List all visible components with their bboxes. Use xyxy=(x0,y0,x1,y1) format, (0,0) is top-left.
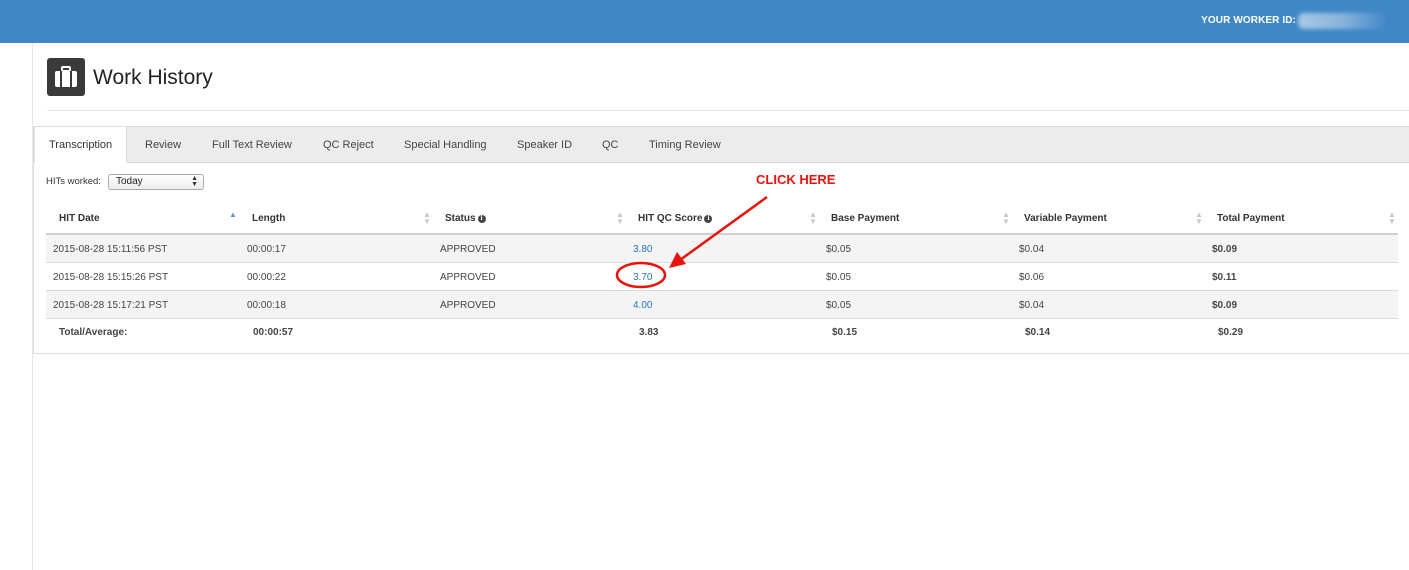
info-icon: i xyxy=(477,215,486,223)
tab-full-text-review[interactable]: Full Text Review xyxy=(212,127,292,163)
column-header-base-payment[interactable]: Base Payment xyxy=(831,213,899,224)
cell-base-payment: $0.05 xyxy=(826,244,852,255)
cell-length: 00:00:17 xyxy=(247,244,286,255)
cell-base-payment: $0.05 xyxy=(826,300,852,311)
tab-speaker-id[interactable]: Speaker ID xyxy=(517,127,572,163)
worker-id-value-redacted xyxy=(1298,13,1388,29)
briefcase-icon xyxy=(47,58,85,96)
table-row: 2015-08-28 15:17:21 PST 00:00:18 APPROVE… xyxy=(46,291,1398,319)
sort-icon[interactable]: ▲ ▼ xyxy=(616,211,624,226)
cell-length: 00:00:22 xyxy=(247,272,286,283)
select-arrows-icon: ▲ ▼ xyxy=(191,175,198,188)
work-history-panel: Transcription Review Full Text Review QC… xyxy=(33,126,1409,354)
tab-qc-reject[interactable]: QC Reject xyxy=(323,127,374,163)
total-base-payment: $0.15 xyxy=(832,327,858,338)
top-navigation-bar: YOUR WORKER ID: xyxy=(0,0,1409,43)
column-header-hit-qc-score[interactable]: HIT QC Score i xyxy=(638,213,713,224)
total-length: 00:00:57 xyxy=(253,327,294,338)
tab-transcription[interactable]: Transcription xyxy=(34,126,128,163)
hits-worked-select[interactable]: Today ▲ ▼ xyxy=(108,174,204,190)
cell-total-payment: $0.09 xyxy=(1212,300,1238,311)
sort-icon[interactable]: ▲ ▼ xyxy=(1195,211,1203,226)
table-row: 2015-08-28 15:15:26 PST 00:00:22 APPROVE… xyxy=(46,263,1398,291)
cell-hit-date: 2015-08-28 15:11:56 PST xyxy=(53,244,168,255)
tab-special-handling[interactable]: Special Handling xyxy=(404,127,487,163)
click-here-annotation: CLICK HERE xyxy=(756,172,836,187)
column-header-status[interactable]: Status i xyxy=(445,213,486,224)
cell-length: 00:00:18 xyxy=(247,300,286,311)
column-header-length[interactable]: Length xyxy=(252,213,285,224)
hits-worked-label: HITs worked: xyxy=(46,176,101,187)
totals-label: Total/Average: xyxy=(59,327,128,338)
cell-base-payment: $0.05 xyxy=(826,272,852,283)
cell-hit-qc-score-link[interactable]: 3.70 xyxy=(633,272,652,283)
sort-ascending-icon[interactable]: ▲ xyxy=(229,211,237,219)
cell-total-payment: $0.11 xyxy=(1212,272,1237,283)
tab-qc[interactable]: QC xyxy=(602,127,619,163)
total-payment-sum: $0.29 xyxy=(1218,327,1244,338)
cell-status: APPROVED xyxy=(440,300,496,311)
cell-status: APPROVED xyxy=(440,244,496,255)
sort-icon[interactable]: ▲ ▼ xyxy=(1388,211,1396,226)
cell-variable-payment: $0.06 xyxy=(1019,272,1045,283)
table-totals-row: Total/Average: 00:00:57 3.83 $0.15 $0.14… xyxy=(46,317,1398,347)
column-header-hit-date[interactable]: HIT Date xyxy=(59,213,100,224)
average-qc-score: 3.83 xyxy=(639,327,659,338)
cell-total-payment: $0.09 xyxy=(1212,244,1238,255)
info-icon: i xyxy=(704,215,713,223)
header-divider xyxy=(47,110,1409,111)
sort-icon[interactable]: ▲ ▼ xyxy=(423,211,431,226)
tab-bar: Transcription Review Full Text Review QC… xyxy=(34,126,1409,163)
cell-variable-payment: $0.04 xyxy=(1019,244,1045,255)
page-title: Work History xyxy=(93,66,213,89)
worker-id-label: YOUR WORKER ID: xyxy=(1201,15,1296,26)
column-header-total-payment[interactable]: Total Payment xyxy=(1217,213,1285,224)
column-header-variable-payment[interactable]: Variable Payment xyxy=(1024,213,1107,224)
cell-hit-qc-score-link[interactable]: 4.00 xyxy=(633,300,652,311)
cell-hit-date: 2015-08-28 15:15:26 PST xyxy=(53,272,169,283)
tab-review[interactable]: Review xyxy=(145,127,181,163)
cell-hit-qc-score-link[interactable]: 3.80 xyxy=(633,244,652,255)
cell-status: APPROVED xyxy=(440,272,496,283)
cell-hit-date: 2015-08-28 15:17:21 PST xyxy=(53,300,169,311)
total-variable-payment: $0.14 xyxy=(1025,327,1051,338)
table-row: 2015-08-28 15:11:56 PST 00:00:17 APPROVE… xyxy=(46,235,1398,263)
hits-worked-selected-value: Today xyxy=(116,176,143,187)
sort-icon[interactable]: ▲ ▼ xyxy=(1002,211,1010,226)
sort-icon[interactable]: ▲ ▼ xyxy=(809,211,817,226)
cell-variable-payment: $0.04 xyxy=(1019,300,1045,311)
tab-timing-review[interactable]: Timing Review xyxy=(649,127,721,163)
